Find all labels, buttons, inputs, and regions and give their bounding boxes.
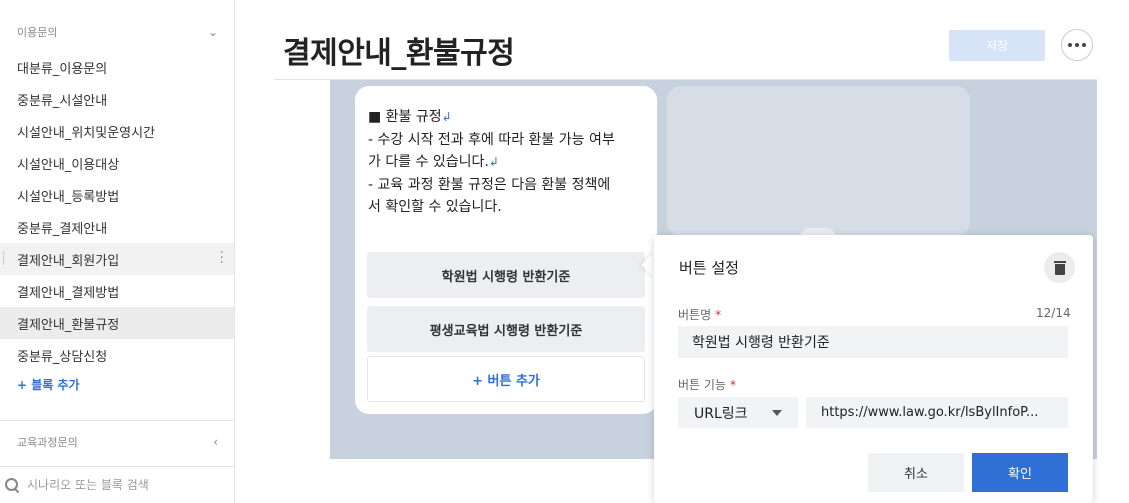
add-button-button[interactable]: + 버튼 추가 [367,356,645,402]
confirm-button[interactable]: 확인 [972,453,1068,492]
sidebar-item[interactable]: 시설안내_위치및운영시간 [0,115,234,147]
sidebar-item-label: 시설안내_이용대상 [17,157,120,173]
section-header-courses[interactable]: 교육과정문의 ‹ [0,427,234,457]
chevron-down-icon[interactable]: ⌄ [208,25,218,39]
text-line-content: 가 다를 수 있습니다. [368,154,489,170]
app-root: 이용문의 ⌄ 대분류_이용문의 중분류_시설안내 시설안내_위치및운영시간 시설… [0,0,1129,503]
text-line: 가 다를 수 있습니다.↲ [368,151,648,174]
sidebar-item[interactable]: 중분류_결제안내 [0,211,234,243]
sidebar-item-label: 결제안내_결제방법 [17,285,120,301]
text-line: - 수강 시작 전과 후에 따라 환불 가능 여부 [368,131,615,148]
divider [0,466,234,467]
message-text[interactable]: ■ 환불 규정↲ - 수강 시작 전과 후에 따라 환불 가능 여부 가 다를 … [368,106,648,219]
button-name-input[interactable]: 학원법 시행령 반환기준 [678,326,1068,358]
select-value: URL링크 [694,405,748,422]
sidebar-item-label: 결제안내_환불규정 [17,317,120,333]
search-icon [4,477,20,493]
sidebar-item-label: 중분류_상담신청 [17,349,108,365]
function-select[interactable]: URL링크 [678,397,798,428]
line-break-icon: ↲ [488,155,499,169]
sidebar: 이용문의 ⌄ 대분류_이용문의 중분류_시설안내 시설안내_위치및운영시간 시설… [0,0,235,503]
section-header-inquiry[interactable]: 이용문의 ⌄ [0,17,234,47]
button-name-label: 버튼명 * [678,306,721,323]
sidebar-item-label: 시설안내_등록방법 [17,189,120,205]
sidebar-item[interactable]: 시설안내_등록방법 [0,179,234,211]
sidebar-item[interactable]: 중분류_상담신청 [0,339,234,371]
sidebar-item-label: 중분류_시설안내 [17,93,108,109]
sidebar-item-label: 중분류_결제안내 [17,221,108,237]
drag-handle-icon[interactable]: ⁝ ⁝ [2,251,5,268]
sidebar-item[interactable]: 시설안내_이용대상 [0,147,234,179]
cancel-button[interactable]: 취소 [868,453,964,492]
url-input[interactable]: https://www.law.go.kr/lsBylInfoP... [806,397,1068,428]
sidebar-item[interactable]: 중분류_시설안내 [0,83,234,115]
sidebar-item[interactable]: 결제안내_결제방법 [0,275,234,307]
trash-icon [1053,260,1066,275]
more-options-button[interactable] [1061,29,1093,61]
dot [1075,43,1079,47]
sidebar-item[interactable]: ⁝ ⁝ 결제안내_회원가입 · · · [0,243,234,275]
bubble-button[interactable]: 평생교육법 시행령 반환기준 [367,306,645,352]
required-mark: * [715,308,722,322]
popover-title: 버튼 설정 [679,259,739,277]
sidebar-item-label: 시설안내_위치및운영시간 [17,125,156,141]
scenario-search [0,470,234,500]
text-line: ■ 환불 규정↲ [368,106,648,129]
sidebar-item-label: 결제안내_회원가입 [17,253,120,269]
bubble-button[interactable]: 학원법 시행령 반환기준 [367,252,645,298]
delete-button[interactable] [1044,252,1075,283]
search-input[interactable] [27,478,227,492]
more-horizontal-icon [1068,43,1072,47]
message-bubble-secondary[interactable] [667,86,970,236]
label-text: 버튼명 [678,308,712,322]
sidebar-item-label: 대분류_이용문의 [17,61,108,77]
sidebar-item[interactable]: 대분류_이용문의 [0,51,234,83]
save-button[interactable]: 저장 [949,30,1045,61]
section-label: 이용문의 [17,26,58,39]
button-function-label: 버튼 기능 * [678,376,736,393]
required-mark: * [729,378,736,392]
divider [0,420,234,421]
char-counter: 12/14 [1036,306,1071,320]
text-line-content: ■ 환불 규정 [368,109,442,125]
sidebar-item-selected[interactable]: 결제안내_환불규정 [0,307,234,339]
label-text: 버튼 기능 [678,378,726,392]
section-label: 교육과정문의 [17,436,78,449]
text-line: - 교육 과정 환불 규정은 다음 환불 정책에 [368,176,611,193]
add-block-button[interactable]: + 블록 추가 [17,376,80,393]
dot [1082,43,1086,47]
caret-down-icon [772,410,782,416]
chevron-left-icon[interactable]: ‹ [213,435,218,449]
line-break-icon: ↲ [441,110,452,124]
more-vertical-icon[interactable]: · · · [220,246,224,270]
page-title: 결제안내_환불규정 [283,36,515,71]
text-line: 서 확인할 수 있습니다. [368,199,502,215]
